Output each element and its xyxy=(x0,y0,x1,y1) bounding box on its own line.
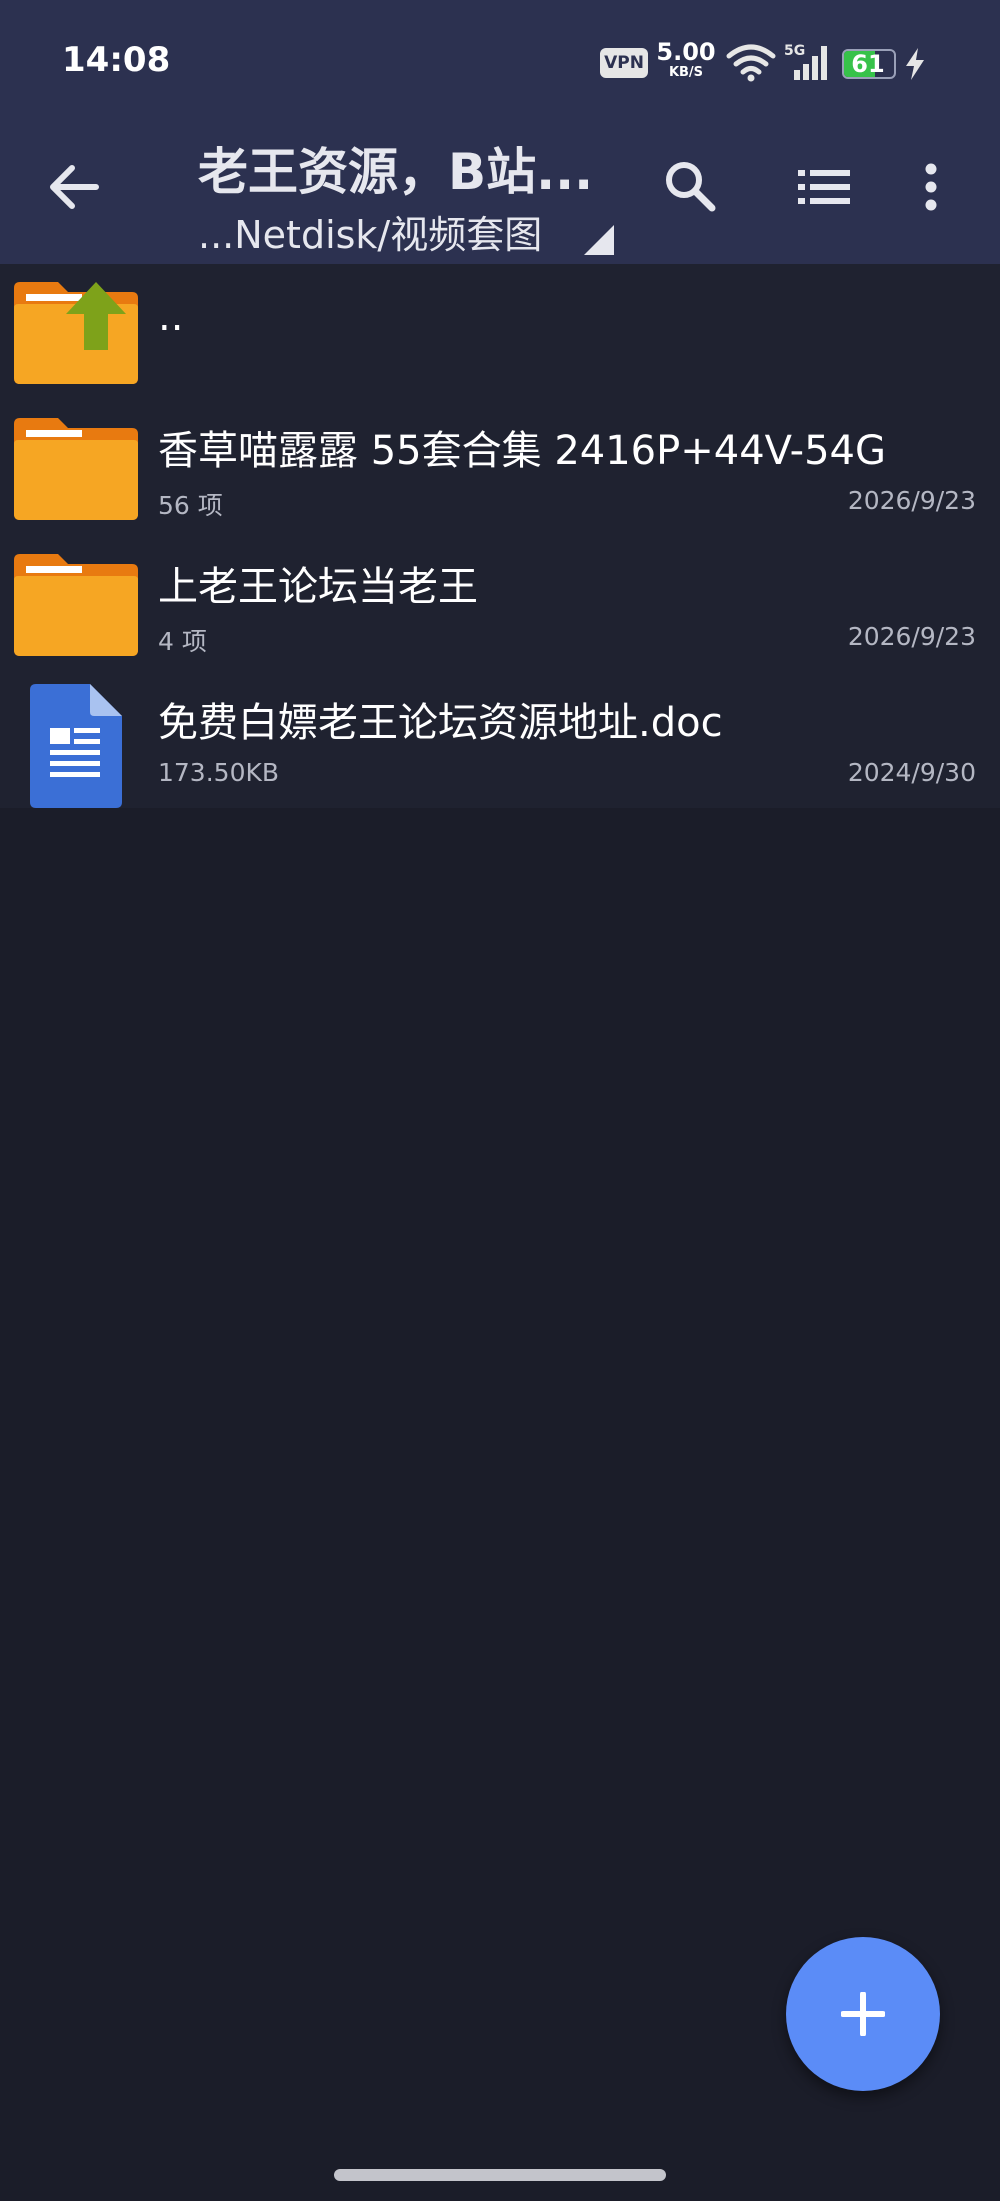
folder-row[interactable]: 香草喵露露 55套合集 2416P+44V-54G 56 项 2026/9/23 xyxy=(0,400,1000,536)
charging-bolt-icon xyxy=(906,48,924,80)
home-indicator[interactable] xyxy=(334,2169,666,2181)
folder-icon xyxy=(14,554,138,656)
battery-indicator: 61 xyxy=(842,49,896,79)
document-icon xyxy=(30,684,122,808)
document-row[interactable]: 免费白嫖老王论坛资源地址.doc 173.50KB 2024/9/30 xyxy=(0,672,1000,808)
file-meta: 173.50KB xyxy=(158,758,280,787)
parent-folder-row[interactable]: .. xyxy=(0,264,1000,400)
file-meta: 4 项 xyxy=(158,627,207,656)
file-date: 2024/9/30 xyxy=(847,758,976,787)
list-view-icon[interactable] xyxy=(798,170,850,204)
app-toolbar: 14:08 VPN 5.00 KB/S 5G 61 老王资源，B站... ...… xyxy=(0,0,1000,264)
network-speed: 5.00 KB/S xyxy=(656,40,716,79)
folder-row[interactable]: 上老王论坛当老王 4 项 2026/9/23 xyxy=(0,536,1000,672)
status-indicators: VPN 5.00 KB/S 5G 61 xyxy=(580,0,1000,130)
file-date: 2026/9/23 xyxy=(847,486,976,515)
wifi-icon xyxy=(726,44,776,82)
file-name: 上老王论坛当老王 xyxy=(158,564,478,610)
file-date: 2026/9/23 xyxy=(847,622,976,651)
dropdown-corner-icon xyxy=(584,225,614,255)
vpn-badge: VPN xyxy=(600,48,648,78)
network-speed-value: 5.00 xyxy=(656,38,716,66)
file-name: 香草喵露露 55套合集 2416P+44V-54G xyxy=(158,428,887,474)
more-vertical-icon[interactable] xyxy=(924,163,938,211)
plus-icon xyxy=(841,1992,885,2036)
folder-title: 老王资源，B站... xyxy=(198,143,594,201)
cell-signal-icon: 5G xyxy=(784,43,827,80)
path-selector[interactable]: ...Netdisk/视频套图 xyxy=(198,204,542,259)
file-name: 免费白嫖老王论坛资源地址.doc xyxy=(158,700,723,746)
battery-percent: 61 xyxy=(851,50,885,78)
add-fab-button[interactable] xyxy=(786,1937,940,2091)
folder-icon xyxy=(14,418,138,520)
back-arrow-icon[interactable] xyxy=(46,160,100,214)
folder-up-icon xyxy=(14,282,138,384)
file-meta: 56 项 xyxy=(158,491,223,520)
signal-type-label: 5G xyxy=(784,43,805,59)
file-name: .. xyxy=(158,294,184,340)
network-speed-unit: KB/S xyxy=(668,65,704,80)
search-icon[interactable] xyxy=(662,158,718,214)
status-time: 14:08 xyxy=(62,40,171,80)
